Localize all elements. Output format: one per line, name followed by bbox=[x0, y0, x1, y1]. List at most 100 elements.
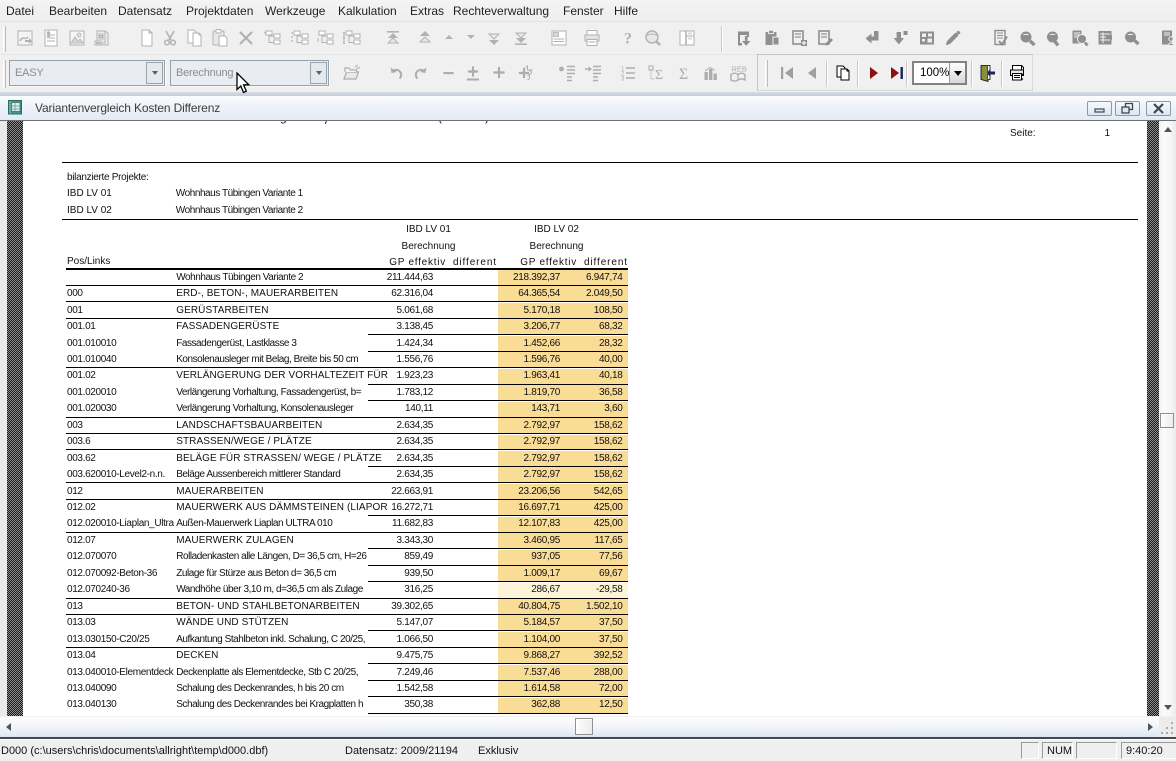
layout-combobox-dropdown-button[interactable] bbox=[146, 62, 163, 84]
layout-combobox[interactable]: EASY bbox=[9, 60, 165, 86]
numbered-list-button[interactable]: 123 bbox=[617, 62, 639, 84]
doc-check-button[interactable] bbox=[990, 27, 1012, 49]
menu-projektdaten[interactable]: Projektdaten bbox=[186, 4, 253, 18]
row-pos: 001.020030 bbox=[67, 403, 116, 414]
row-pos: 001 bbox=[67, 305, 83, 316]
zoom-search-2-button[interactable] bbox=[1042, 27, 1064, 49]
menu-kalkulation[interactable]: Kalkulation bbox=[338, 4, 397, 18]
report-person-button[interactable] bbox=[40, 27, 62, 49]
nav-first-button[interactable] bbox=[776, 62, 798, 84]
tree-structure-3-button[interactable] bbox=[315, 27, 337, 49]
minus-button[interactable] bbox=[438, 62, 460, 84]
record-edit-button[interactable] bbox=[814, 27, 836, 49]
horizontal-scroll-thumb[interactable] bbox=[575, 718, 593, 735]
row-gp-variant1: 22.663,91 bbox=[333, 486, 433, 497]
row-pos: 013.040130 bbox=[67, 699, 116, 710]
sum-positions-button[interactable]: Σ bbox=[645, 62, 667, 84]
row-different: 158,62 bbox=[523, 469, 623, 480]
minimize-button[interactable] bbox=[1087, 101, 1112, 116]
move-down-button[interactable] bbox=[460, 27, 482, 49]
nav-next-button[interactable] bbox=[863, 62, 885, 84]
help-question-button[interactable]: ? bbox=[617, 27, 639, 49]
copy-documents-button[interactable] bbox=[184, 27, 206, 49]
row-gp-variant1: 350,38 bbox=[333, 699, 433, 710]
indent-sub-button[interactable] bbox=[582, 62, 604, 84]
new-document-button[interactable] bbox=[136, 27, 158, 49]
split-view-button[interactable] bbox=[676, 27, 698, 49]
scroll-down-button[interactable] bbox=[1159, 699, 1176, 716]
zoom-combobox[interactable]: 100% bbox=[912, 61, 967, 85]
grid-windows-button[interactable] bbox=[916, 27, 938, 49]
chart-bars-button[interactable] bbox=[700, 62, 722, 84]
indent-first-button[interactable] bbox=[556, 62, 578, 84]
toolbar-gripper[interactable] bbox=[3, 26, 6, 52]
new-document-icon bbox=[137, 28, 157, 48]
doc-zoom-button[interactable] bbox=[1068, 27, 1090, 49]
picture-button[interactable] bbox=[66, 27, 88, 49]
vertical-scrollbar[interactable] bbox=[1159, 121, 1176, 716]
image-export-button[interactable] bbox=[14, 27, 36, 49]
redo-arrow-button[interactable] bbox=[410, 62, 432, 84]
archive-box-button[interactable] bbox=[91, 27, 113, 49]
status-panel-time: 9:40:20 bbox=[1121, 742, 1176, 759]
zoom-dropdown-button[interactable] bbox=[949, 63, 965, 83]
scroll-left-button[interactable] bbox=[0, 717, 17, 737]
no-edit-button[interactable] bbox=[942, 27, 964, 49]
menu-datei[interactable]: Datei bbox=[6, 4, 34, 18]
horizontal-scrollbar[interactable] bbox=[0, 717, 1159, 737]
menu-werkzeuge[interactable]: Werkzeuge bbox=[265, 4, 325, 18]
move-first-button[interactable] bbox=[382, 27, 404, 49]
view-combobox-dropdown-button[interactable] bbox=[310, 62, 327, 84]
zoom-search-3-button[interactable] bbox=[1120, 27, 1142, 49]
zoom-search-button[interactable] bbox=[1016, 27, 1038, 49]
record-add-button[interactable] bbox=[788, 27, 810, 49]
reb-book-button[interactable]: REB bbox=[727, 62, 749, 84]
page-label: Seite: bbox=[1010, 128, 1036, 139]
exit-door-button[interactable] bbox=[975, 62, 997, 84]
row-pos: 003 bbox=[67, 420, 83, 431]
paste-clipboard-button[interactable] bbox=[209, 27, 231, 49]
move-up-button[interactable] bbox=[438, 27, 460, 49]
menu-hilfe[interactable]: Hilfe bbox=[614, 4, 638, 18]
menu-bearbeiten[interactable]: Bearbeiten bbox=[49, 4, 107, 18]
zoom-globe-button[interactable] bbox=[642, 27, 664, 49]
move-down-double-button[interactable] bbox=[483, 27, 505, 49]
menu-extras[interactable]: Extras bbox=[410, 4, 444, 18]
menu-datensatz[interactable]: Datensatz bbox=[118, 4, 172, 18]
tree-structure-2-button[interactable] bbox=[289, 27, 311, 49]
plus-3d-button[interactable] bbox=[513, 62, 535, 84]
return-branch-button[interactable] bbox=[862, 27, 884, 49]
doc-person-button[interactable] bbox=[1157, 27, 1176, 49]
nav-prev-button[interactable] bbox=[801, 62, 823, 84]
undo-arrow-button[interactable] bbox=[385, 62, 407, 84]
clipboard-import-button[interactable] bbox=[761, 27, 783, 49]
nav-last-button[interactable] bbox=[886, 62, 908, 84]
move-up-double-button[interactable] bbox=[414, 27, 436, 49]
move-last-button[interactable] bbox=[510, 27, 532, 49]
tree-structure-1-button[interactable] bbox=[262, 27, 284, 49]
menu-rechteverwaltung[interactable]: Rechteverwaltung bbox=[453, 4, 549, 18]
tree-structure-4-button[interactable] bbox=[341, 27, 363, 49]
restore-button[interactable] bbox=[1115, 101, 1140, 116]
sigma-button[interactable]: Σ bbox=[673, 62, 695, 84]
close-button[interactable] bbox=[1146, 101, 1171, 116]
pages-copy-button[interactable] bbox=[832, 62, 854, 84]
delete-x-button[interactable] bbox=[235, 27, 257, 49]
scissors-cut-button[interactable] bbox=[159, 27, 181, 49]
window-layout-button[interactable] bbox=[548, 27, 570, 49]
scroll-up-button[interactable] bbox=[1159, 121, 1176, 138]
vertical-scroll-thumb[interactable] bbox=[1160, 413, 1174, 428]
return-branch-filled-button[interactable] bbox=[890, 27, 912, 49]
scroll-right-button[interactable] bbox=[1142, 717, 1159, 737]
toolbar-gripper[interactable] bbox=[765, 60, 768, 87]
toolbar-gripper[interactable] bbox=[3, 60, 6, 88]
folder-open-button[interactable] bbox=[340, 62, 362, 84]
printer-button[interactable] bbox=[1006, 62, 1028, 84]
doc-table-button[interactable] bbox=[1094, 27, 1116, 49]
plus-button[interactable] bbox=[488, 62, 510, 84]
menu-fenster[interactable]: Fenster bbox=[563, 4, 604, 18]
plus-base-button[interactable] bbox=[462, 62, 484, 84]
import-down-button[interactable] bbox=[734, 27, 756, 49]
row-gp-variant1: 1.556,76 bbox=[333, 354, 433, 365]
print-preview-button[interactable] bbox=[581, 27, 603, 49]
